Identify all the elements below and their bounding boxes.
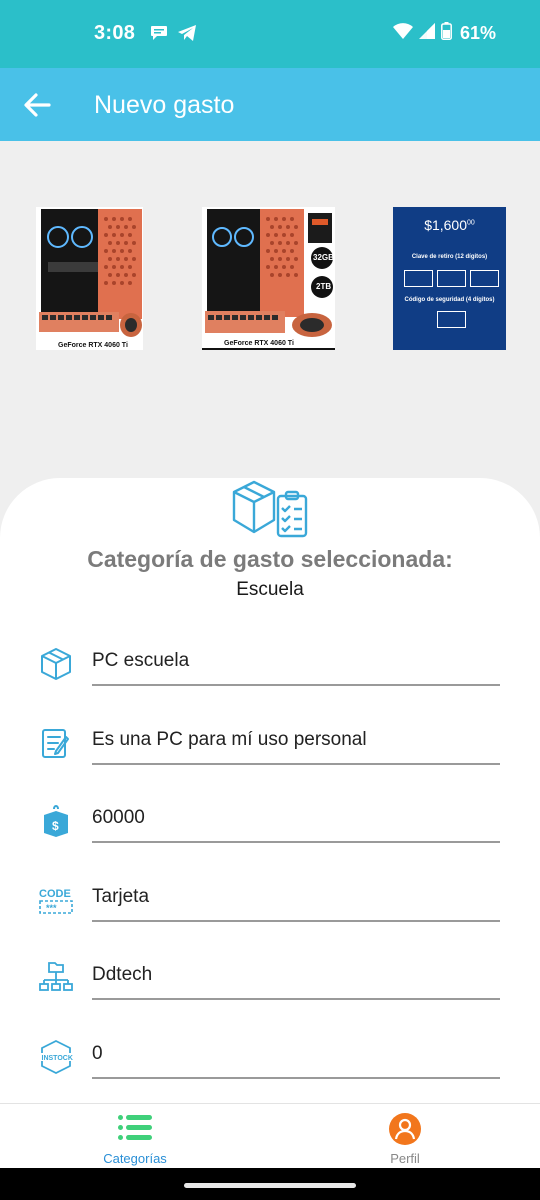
in-stock-icon: INSTOCK <box>38 1039 74 1075</box>
description-field[interactable]: Es una PC para mí uso personal <box>36 715 500 767</box>
bottom-navigation: Categorías Perfil <box>0 1103 540 1168</box>
gift-card-pin-box <box>437 311 466 328</box>
battery-icon <box>441 22 452 45</box>
store-field[interactable]: Ddtech <box>36 950 500 1002</box>
gift-card-line2: Código de seguridad (4 dígitos) <box>404 297 495 303</box>
stock-field-value: 0 <box>92 1043 103 1064</box>
nav-item-categorias-label: Categorías <box>103 1151 167 1166</box>
gallery-caption: GeForce RTX 4060 Ti <box>224 340 294 347</box>
gallery-image-pc-2[interactable]: 32GB 2TB GeForce RTX 4060 Ti <box>202 207 335 350</box>
edit-note-icon <box>38 725 74 761</box>
name-field-value: PC escuela <box>92 650 190 671</box>
person-icon <box>388 1112 422 1151</box>
amount-field-value: 60000 <box>92 807 145 828</box>
nav-item-perfil-label: Perfil <box>390 1151 420 1166</box>
expense-form-sheet: Categoría de gasto seleccionada: Escuela… <box>0 478 540 1104</box>
category-title: Categoría de gasto seleccionada: <box>87 546 453 572</box>
stock-field-underline <box>92 1077 500 1079</box>
battery-percent: 61% <box>459 23 496 43</box>
telegram-icon <box>177 24 197 47</box>
svg-text:***: *** <box>46 903 57 913</box>
payment-method-field-value: Tarjeta <box>92 886 150 907</box>
amount-field[interactable]: $ 60000 <box>36 793 500 845</box>
gallery-badge-storage: 2TB <box>316 282 332 291</box>
arrow-left-icon[interactable] <box>23 92 51 118</box>
code-icon: CODE *** <box>38 882 74 918</box>
list-icon <box>118 1114 154 1147</box>
box-icon <box>38 646 74 682</box>
price-tag-icon: $ <box>38 803 74 839</box>
hierarchy-icon <box>38 960 74 996</box>
description-field-underline <box>92 763 500 765</box>
wifi-icon <box>392 23 413 44</box>
gallery-badge-ram: 32GB <box>313 253 334 262</box>
name-field[interactable]: PC escuela <box>36 636 500 688</box>
gift-card-code-boxes <box>404 270 499 287</box>
status-bar: 3:08 61% <box>0 0 540 68</box>
chat-icon <box>150 25 168 46</box>
svg-text:INSTOCK: INSTOCK <box>42 1055 73 1062</box>
gift-card-line1: Clave de retiro (12 dígitos) <box>411 254 488 260</box>
description-field-value: Es una PC para mí uso personal <box>92 729 367 750</box>
svg-text:$: $ <box>52 819 59 833</box>
signal-icon <box>418 23 435 44</box>
stock-field[interactable]: INSTOCK 0 <box>36 1029 500 1081</box>
page-title: Nuevo gasto <box>94 91 235 119</box>
payment-method-field-underline <box>92 920 500 922</box>
gallery-image-pc-1[interactable]: GeForce RTX 4060 Ti <box>36 207 143 350</box>
svg-text:CODE: CODE <box>39 888 71 900</box>
gift-card-price: $1,60000 <box>424 217 475 233</box>
store-field-underline <box>92 998 500 1000</box>
nav-item-perfil[interactable]: Perfil <box>370 1104 440 1169</box>
payment-method-field[interactable]: CODE *** Tarjeta <box>36 872 500 924</box>
category-checklist-icon <box>230 478 310 545</box>
gallery-image-gift-card[interactable]: $1,60000 Clave de retiro (12 dígitos) Có… <box>393 207 506 350</box>
amount-field-underline <box>92 841 500 843</box>
name-field-underline <box>92 684 500 686</box>
status-time: 3:08 <box>94 22 136 44</box>
category-value: Escuela <box>236 579 304 600</box>
gallery-caption: GeForce RTX 4060 Ti <box>58 342 128 349</box>
image-gallery: GeForce RTX 4060 Ti 32GB 2TB GeForce RTX… <box>0 141 540 481</box>
gesture-bar <box>0 1168 540 1200</box>
store-field-value: Ddtech <box>92 964 153 985</box>
nav-item-categorias[interactable]: Categorías <box>90 1104 180 1169</box>
home-gesture-handle[interactable] <box>184 1183 356 1188</box>
app-bar: Nuevo gasto <box>0 68 540 141</box>
